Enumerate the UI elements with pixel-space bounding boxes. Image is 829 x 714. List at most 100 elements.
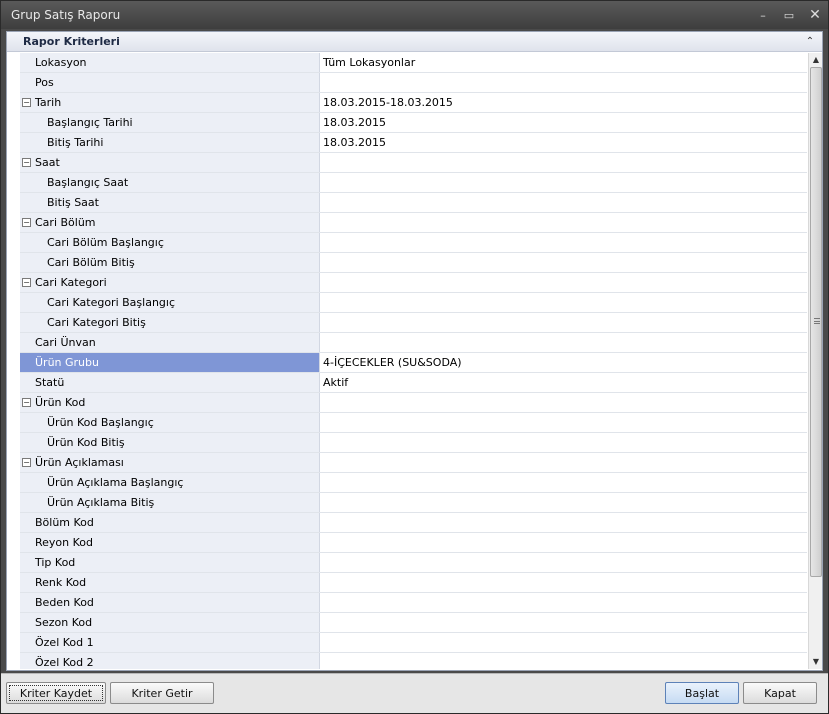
property-row[interactable]: Statü Aktif [20, 373, 807, 393]
property-value-editor[interactable] [320, 313, 807, 332]
property-value-editor[interactable] [320, 553, 807, 572]
property-value-editor[interactable]: 4-İÇECEKLER (SU&SODA) [320, 353, 807, 372]
property-value-editor[interactable] [320, 233, 807, 252]
collapse-minus-icon[interactable]: − [22, 98, 31, 107]
property-row[interactable]: Bölüm Kod [20, 513, 807, 533]
collapse-minus-icon[interactable]: − [22, 398, 31, 407]
property-value-editor[interactable]: 18.03.2015-18.03.2015 [320, 93, 807, 112]
scroll-up-arrow-icon[interactable]: ▲ [809, 53, 823, 67]
window-title: Grup Satış Raporu [11, 8, 121, 22]
scroll-thumb[interactable] [810, 67, 822, 577]
property-caption: − Ürün Kod [20, 393, 320, 412]
property-label: Cari Kategori [35, 276, 107, 289]
property-row[interactable]: Reyon Kod [20, 533, 807, 553]
property-row[interactable]: Lokasyon Tüm Lokasyonlar [20, 53, 807, 73]
property-row[interactable]: − Saat [20, 153, 807, 173]
scroll-down-arrow-icon[interactable]: ▼ [809, 655, 823, 669]
minimize-button[interactable]: – [750, 1, 776, 29]
collapse-minus-icon[interactable]: − [22, 218, 31, 227]
property-value-editor[interactable] [320, 613, 807, 632]
property-row[interactable]: Bitiş Saat [20, 193, 807, 213]
title-bar[interactable]: Grup Satış Raporu – ▭ ✕ [1, 1, 828, 29]
collapse-minus-icon[interactable]: − [22, 278, 31, 287]
property-label: Bitiş Saat [47, 196, 99, 209]
property-value-editor[interactable] [320, 593, 807, 612]
property-value-editor[interactable] [320, 473, 807, 492]
property-row[interactable]: − Cari Kategori [20, 273, 807, 293]
property-grid-rows: Lokasyon Tüm Lokasyonlar Pos − Tarih 18.03.20… [20, 53, 807, 669]
property-label: Başlangıç Tarihi [47, 116, 133, 129]
close-button[interactable]: Kapat [743, 682, 817, 704]
property-row[interactable]: Ürün Kod Bitiş [20, 433, 807, 453]
property-row[interactable]: Ürün Açıklama Bitiş [20, 493, 807, 513]
property-value-editor[interactable] [320, 293, 807, 312]
vertical-scrollbar[interactable]: ▲ ▼ [808, 53, 822, 669]
property-value-editor[interactable] [320, 173, 807, 192]
property-row[interactable]: Tip Kod [20, 553, 807, 573]
property-value-editor[interactable] [320, 533, 807, 552]
property-value-editor[interactable] [320, 213, 807, 232]
grid-indent-column [7, 53, 20, 669]
property-row[interactable]: − Cari Bölüm [20, 213, 807, 233]
save-criteria-button[interactable]: Kriter Kaydet [6, 682, 106, 704]
property-value-editor[interactable] [320, 433, 807, 452]
start-button[interactable]: Başlat [665, 682, 739, 704]
property-caption: Beden Kod [20, 593, 320, 612]
property-row[interactable]: − Ürün Kod [20, 393, 807, 413]
property-label: Ürün Grubu [35, 356, 99, 369]
property-row[interactable]: Cari Bölüm Başlangıç [20, 233, 807, 253]
property-row[interactable]: Cari Ünvan [20, 333, 807, 353]
property-row[interactable]: − Tarih 18.03.2015-18.03.2015 [20, 93, 807, 113]
maximize-button[interactable]: ▭ [776, 1, 802, 29]
property-row[interactable]: Ürün Grubu 4-İÇECEKLER (SU&SODA) [20, 353, 807, 373]
property-value-editor[interactable] [320, 273, 807, 292]
property-row[interactable]: Özel Kod 2 [20, 653, 807, 669]
collapse-chevron-icon[interactable]: ⌃ [798, 36, 822, 47]
property-row[interactable]: Bitiş Tarihi 18.03.2015 [20, 133, 807, 153]
property-value-editor[interactable]: 18.03.2015 [320, 113, 807, 132]
property-value-editor[interactable] [320, 73, 807, 92]
property-value-editor[interactable]: 18.03.2015 [320, 133, 807, 152]
property-value-editor[interactable] [320, 333, 807, 352]
property-row[interactable]: Ürün Kod Başlangıç [20, 413, 807, 433]
property-row[interactable]: Beden Kod [20, 593, 807, 613]
property-value-editor[interactable] [320, 393, 807, 412]
property-row[interactable]: Başlangıç Saat [20, 173, 807, 193]
collapse-minus-icon[interactable]: − [22, 458, 31, 467]
property-value-editor[interactable] [320, 453, 807, 472]
property-row[interactable]: Ürün Açıklama Başlangıç [20, 473, 807, 493]
property-row[interactable]: Cari Kategori Başlangıç [20, 293, 807, 313]
collapse-minus-icon[interactable]: − [22, 158, 31, 167]
property-caption: Ürün Kod Başlangıç [20, 413, 320, 432]
property-label: Reyon Kod [35, 536, 94, 549]
report-window: Grup Satış Raporu – ▭ ✕ Rapor Kriterleri… [0, 0, 829, 714]
property-label: Renk Kod [35, 576, 87, 589]
load-criteria-button[interactable]: Kriter Getir [110, 682, 214, 704]
property-value-editor[interactable] [320, 573, 807, 592]
property-value-editor[interactable] [320, 193, 807, 212]
property-caption: − Ürün Açıklaması [20, 453, 320, 472]
property-label: Cari Bölüm [35, 216, 96, 229]
property-row[interactable]: Özel Kod 1 [20, 633, 807, 653]
property-value-editor[interactable] [320, 493, 807, 512]
property-row[interactable]: Cari Bölüm Bitiş [20, 253, 807, 273]
criteria-group-header[interactable]: Rapor Kriterleri ⌃ [7, 32, 822, 52]
property-value-editor[interactable]: Tüm Lokasyonlar [320, 53, 807, 72]
property-row[interactable]: Cari Kategori Bitiş [20, 313, 807, 333]
property-value-editor[interactable] [320, 513, 807, 532]
scroll-grip-icon [814, 318, 820, 324]
property-value-editor[interactable] [320, 633, 807, 652]
property-row[interactable]: Sezon Kod [20, 613, 807, 633]
property-value-editor[interactable] [320, 253, 807, 272]
close-window-button[interactable]: ✕ [802, 1, 828, 29]
property-row[interactable]: Renk Kod [20, 573, 807, 593]
property-caption: Ürün Grubu [20, 353, 320, 372]
property-value-editor[interactable] [320, 653, 807, 669]
property-row[interactable]: Pos [20, 73, 807, 93]
property-value-editor[interactable] [320, 153, 807, 172]
property-row[interactable]: Başlangıç Tarihi 18.03.2015 [20, 113, 807, 133]
property-row[interactable]: − Ürün Açıklaması [20, 453, 807, 473]
property-caption: − Cari Bölüm [20, 213, 320, 232]
property-value-editor[interactable] [320, 413, 807, 432]
property-value-editor[interactable]: Aktif [320, 373, 807, 392]
